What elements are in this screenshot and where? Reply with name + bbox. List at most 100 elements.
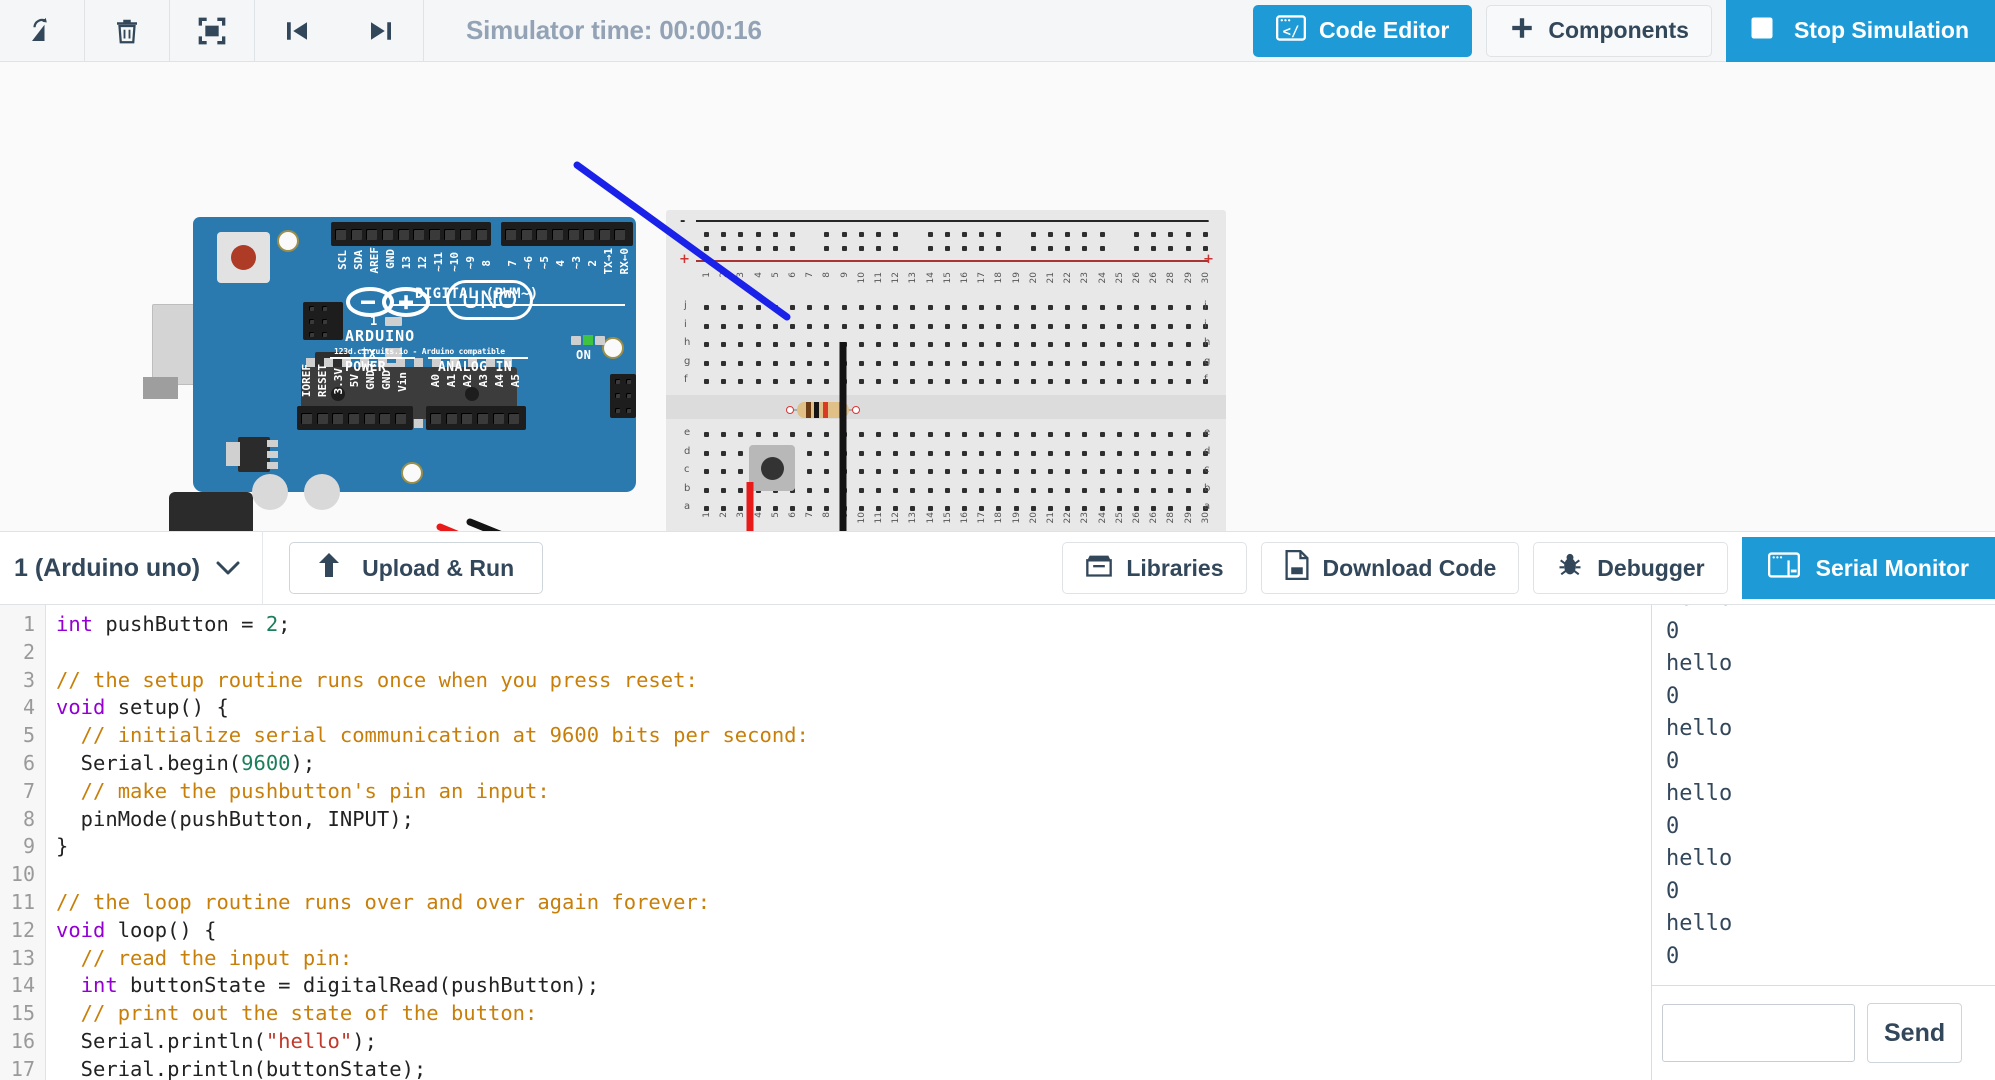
line-number: 16 (11, 1028, 35, 1056)
breadboard-column-label: 28 (1166, 512, 1176, 523)
breadboard-column-label: 1 (702, 272, 712, 278)
arduino-infinity-logo (345, 287, 431, 323)
serial-output-log[interactable]: hello0hello0hello0hello0hello0hello0 (1652, 605, 1995, 985)
upload-arrow-icon (318, 552, 340, 584)
delete-icon[interactable] (85, 0, 169, 62)
simulator-time-label: Simulator time: 00:00:16 (466, 15, 762, 46)
code-editor-pane[interactable]: 1234567891011121314151617 int pushButton… (0, 605, 1650, 1080)
serial-output-line: hello (1666, 605, 1732, 616)
breadboard-column-label: 29 (1184, 512, 1194, 523)
breadboard-row-label: h (684, 337, 690, 348)
wire-black-gnd-board (470, 522, 680, 531)
serial-output-line: 0 (1666, 746, 1679, 779)
pin-label-vin: Vin (396, 372, 409, 392)
pin-label-a0: A0 (429, 374, 442, 387)
voltage-regulator (238, 437, 270, 472)
pin-label-rx0: RX←0 (618, 248, 631, 275)
code-line: int buttonState = digitalRead(pushButton… (56, 972, 599, 1000)
breadboard-row-label: a (684, 501, 690, 512)
line-number: 11 (11, 889, 35, 917)
breadboard-column-label: 10 (857, 512, 867, 523)
breadboard-column-label: 23 (1080, 272, 1090, 283)
voltage-regulator-tab (226, 442, 240, 466)
debugger-button[interactable]: Debugger (1533, 542, 1727, 594)
digital-header-left[interactable] (331, 222, 491, 246)
voltage-regulator-pins (267, 440, 278, 473)
editor-toolbar-left: 1 (Arduino uno) Upload & Run (0, 531, 543, 605)
line-number: 1 (23, 611, 35, 639)
code-line: Serial.println(buttonState); (56, 1056, 426, 1080)
breadboard-column-label: 29 (1184, 272, 1194, 283)
electrolytic-cap-1 (252, 474, 288, 510)
breadboard-top-pos-line (696, 260, 1208, 262)
breadboard-row-label: e (684, 427, 690, 438)
serial-send-input[interactable] (1662, 1004, 1855, 1062)
editor-toolbar-right: Libraries Download Code (1062, 537, 1995, 599)
pin-label-reset: RESET (316, 364, 329, 397)
breadboard-column-label: 16 (960, 512, 970, 523)
resistor-component[interactable] (787, 402, 859, 418)
line-number-gutter: 1234567891011121314151617 (0, 605, 46, 1080)
breadboard-column-label: 14 (926, 512, 936, 523)
breadboard-column-label: 12 (891, 272, 901, 283)
upload-and-run-button[interactable]: Upload & Run (289, 542, 543, 594)
fit-to-screen-icon[interactable] (170, 0, 254, 62)
code-line: // the loop routine runs over and over a… (56, 889, 710, 917)
pin-label-10: ~10 (448, 252, 461, 272)
power-header[interactable] (297, 406, 413, 430)
pushbutton-component[interactable] (749, 445, 795, 491)
analog-header[interactable] (426, 406, 526, 430)
download-code-button[interactable]: Download Code (1261, 542, 1520, 594)
breadboard-column-label: 22 (1063, 512, 1073, 523)
components-button[interactable]: Components (1486, 5, 1712, 57)
breadboard-column-label: 17 (977, 512, 987, 523)
code-line: void setup() { (56, 694, 229, 722)
breadboard-column-label: 11 (874, 272, 884, 283)
serial-monitor-icon (1768, 552, 1800, 584)
code-editor-button[interactable]: </ Code Editor (1253, 5, 1472, 57)
breadboard-column-label: 7 (805, 272, 815, 278)
stop-square-icon (1748, 14, 1776, 48)
analog-group-underline (428, 357, 528, 359)
circuit-canvas[interactable]: SCL SDA AREF GND 13 12 ~11 ~10 ~9 8 7 ~6… (0, 62, 1995, 531)
serial-send-button[interactable]: Send (1867, 1003, 1962, 1063)
line-number: 13 (11, 945, 35, 973)
stop-simulation-label: Stop Simulation (1794, 17, 1969, 44)
breadboard-column-label: 22 (1063, 272, 1073, 283)
breadboard-column-label: 21 (1046, 272, 1056, 283)
pin-label-a5: A5 (509, 374, 522, 387)
arduino-uno-board[interactable]: SCL SDA AREF GND 13 12 ~11 ~10 ~9 8 7 ~6… (193, 152, 636, 492)
breadboard-row-label: d (1204, 446, 1210, 457)
rotate-icon[interactable] (0, 0, 84, 62)
serial-output-line: 0 (1666, 876, 1679, 909)
serial-output-line: hello (1666, 843, 1732, 876)
code-line: void loop() { (56, 917, 216, 945)
code-line: Serial.println("hello"); (56, 1028, 377, 1056)
serial-output-line: 0 (1666, 681, 1679, 714)
digital-header-right[interactable] (501, 222, 633, 246)
dc-power-jack (169, 492, 253, 531)
breadboard-row-label: f (1204, 374, 1208, 385)
breadboard-top-pos-sign: + (679, 252, 690, 267)
board-selector-label: 1 (Arduino uno) (14, 554, 200, 583)
breadboard-column-label: 28 (1166, 272, 1176, 283)
step-back-icon[interactable] (255, 0, 339, 62)
step-forward-icon[interactable] (339, 0, 423, 62)
stop-simulation-button[interactable]: Stop Simulation (1726, 0, 1995, 62)
serial-output-line: hello (1666, 778, 1732, 811)
serial-monitor-button[interactable]: Serial Monitor (1742, 537, 1995, 599)
usb-shadow (143, 377, 178, 399)
board-reset-button[interactable] (217, 232, 270, 283)
line-number: 15 (11, 1000, 35, 1028)
breadboard-column-label: 13 (908, 512, 918, 523)
breadboard-center-channel (666, 395, 1226, 419)
pin-label-3: ~3 (570, 256, 583, 269)
code-line: Serial.begin(9600); (56, 750, 315, 778)
editor-toolbar: 1 (Arduino uno) Upload & Run (0, 531, 1995, 605)
pin-label-a4: A4 (493, 374, 506, 387)
document-download-icon (1284, 550, 1310, 586)
libraries-button[interactable]: Libraries (1062, 542, 1246, 594)
line-number: 3 (23, 667, 35, 695)
board-selector-dropdown[interactable]: 1 (Arduino uno) (0, 531, 262, 605)
breadboard-column-label: 15 (943, 512, 953, 523)
